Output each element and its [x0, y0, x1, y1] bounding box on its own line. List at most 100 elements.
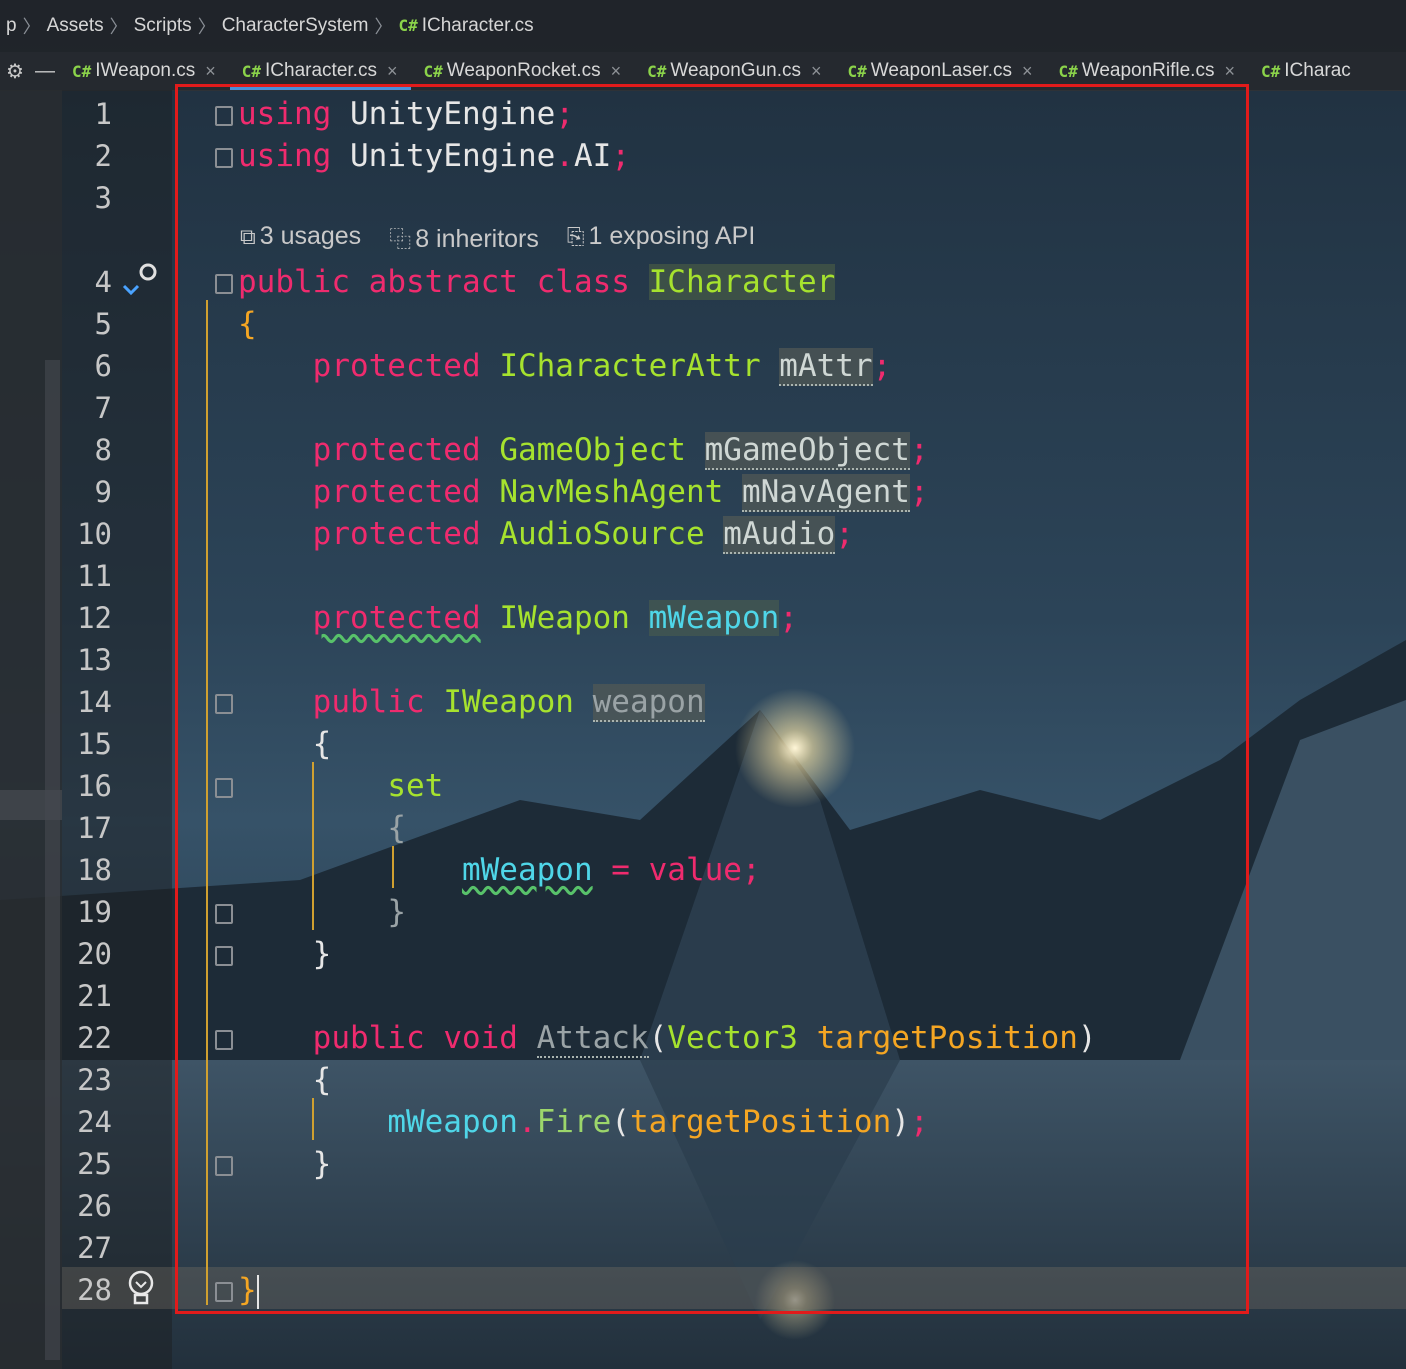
csharp-file-icon: C# [1058, 61, 1078, 81]
fold-marker-icon[interactable] [215, 148, 233, 168]
fold-marker-icon[interactable] [215, 1030, 233, 1050]
exposing-api-hint[interactable]: ⎘ 1 exposing API [567, 222, 755, 254]
breadcrumb-item[interactable]: CharacterSystem [216, 15, 375, 37]
fold-marker-icon[interactable] [215, 1156, 233, 1176]
field-name: mAttr [779, 348, 873, 386]
tab-iweapon[interactable]: C# IWeapon.cs × [60, 52, 230, 90]
paren: ) [891, 1104, 910, 1140]
close-icon[interactable]: × [811, 61, 822, 82]
line-number: 27 [77, 1231, 112, 1265]
code-line-17[interactable]: { [238, 807, 406, 849]
keyword: void [443, 1020, 518, 1056]
code-line-4[interactable]: public abstract class ICharacter [238, 261, 836, 303]
keyword: public [312, 1020, 425, 1056]
keyword: protected [312, 432, 481, 468]
code-line-18[interactable]: mWeapon = value; [238, 849, 761, 891]
indent-guide [206, 300, 208, 1305]
tab-weapongun[interactable]: C# WeaponGun.cs × [635, 52, 835, 90]
sidebar-scrollbar[interactable] [45, 360, 60, 1360]
code-line-6[interactable]: protected ICharacterAttr mAttr; [238, 345, 891, 387]
code-line-28[interactable]: } [238, 1269, 259, 1311]
type-name: IWeapon [499, 600, 630, 636]
close-icon[interactable]: × [1022, 61, 1033, 82]
code-line-9[interactable]: protected NavMeshAgent mNavAgent; [238, 471, 929, 513]
keyword: protected [312, 516, 481, 552]
keyword: public [312, 684, 425, 720]
brace: { [238, 306, 257, 342]
code-line-2[interactable]: using UnityEngine.AI; [238, 135, 630, 177]
line-number: 17 [77, 811, 112, 845]
code-line-15[interactable]: { [238, 723, 332, 765]
line-number: 9 [94, 475, 112, 509]
fold-marker-icon[interactable] [215, 946, 233, 966]
field-name: mAudio [723, 516, 836, 554]
gear-icon[interactable]: ⚙ [0, 59, 30, 84]
implemented-by-icon[interactable] [118, 260, 160, 302]
code-line-10[interactable]: protected AudioSource mAudio; [238, 513, 854, 555]
brace: { [387, 810, 406, 846]
tab-weaponlaser[interactable]: C# WeaponLaser.cs × [836, 52, 1047, 90]
operator: = [611, 852, 630, 888]
type-name: AudioSource [499, 516, 705, 552]
code-line-8[interactable]: protected GameObject mGameObject; [238, 429, 929, 471]
semicolon: ; [909, 1104, 929, 1140]
usages-hint[interactable]: ⧉ 3 usages [240, 222, 361, 254]
brace: { [312, 726, 332, 762]
exposing-label: 1 exposing API [588, 222, 756, 250]
code-line-12[interactable]: protected IWeapon mWeapon; [238, 597, 798, 639]
tab-icharacter[interactable]: C# ICharacter.cs × [229, 52, 412, 90]
code-line-5[interactable]: { [238, 303, 257, 345]
close-icon[interactable]: × [611, 61, 622, 82]
keyword: set [387, 768, 444, 804]
tab-icharacter-2[interactable]: C# ICharac [1249, 52, 1365, 90]
breadcrumb-item-current[interactable]: C# ICharacter.cs [392, 15, 539, 37]
line-number: 3 [94, 181, 112, 215]
breadcrumb-item[interactable]: Scripts [128, 15, 198, 37]
inheritors-hint[interactable]: ⿻ 8 inheritors [389, 222, 539, 254]
line-number: 8 [94, 433, 112, 467]
semicolon: ; [779, 600, 798, 636]
tab-label: WeaponRifle.cs [1081, 60, 1215, 81]
field-name: mWeapon [461, 852, 593, 888]
tab-weaponrifle[interactable]: C# WeaponRifle.cs × [1046, 52, 1249, 90]
fold-marker-icon[interactable] [215, 778, 233, 798]
fold-marker-icon[interactable] [215, 274, 233, 294]
code-line-16[interactable]: set [238, 765, 443, 807]
breadcrumb-item[interactable]: Assets [41, 15, 110, 37]
code-line-24[interactable]: mWeapon.Fire(targetPosition); [238, 1101, 929, 1143]
close-icon[interactable]: × [387, 61, 398, 82]
code-line-25[interactable]: } [238, 1143, 332, 1185]
close-icon[interactable]: × [205, 61, 216, 82]
line-number: 21 [77, 979, 112, 1013]
tab-weaponrocket[interactable]: C# WeaponRocket.cs × [411, 52, 635, 90]
brace: { [312, 1062, 332, 1098]
fold-marker-icon[interactable] [215, 694, 233, 714]
minimize-icon[interactable]: — [30, 60, 60, 83]
fold-marker-icon[interactable] [215, 1282, 233, 1302]
type-name: IWeapon [443, 684, 574, 720]
line-number: 16 [77, 769, 112, 803]
api-icon: ⎘ [566, 224, 585, 249]
semicolon: ; [611, 138, 630, 174]
code-line-23[interactable]: { [238, 1059, 332, 1101]
code-line-14[interactable]: public IWeapon weapon [238, 681, 705, 723]
lightbulb-icon[interactable] [124, 1268, 158, 1308]
chevron-right-icon: 〉 [374, 17, 393, 37]
close-icon[interactable]: × [1224, 61, 1235, 82]
semicolon: ; [835, 516, 854, 552]
code-line-20[interactable]: } [238, 933, 332, 975]
code-line-1[interactable]: using UnityEngine; [238, 93, 574, 135]
keyword: using [238, 96, 332, 132]
fold-marker-icon[interactable] [215, 106, 233, 126]
code-line-22[interactable]: public void Attack(Vector3 targetPositio… [238, 1017, 1097, 1059]
tab-label: ICharac [1284, 60, 1351, 81]
fold-marker-icon[interactable] [215, 904, 233, 924]
keyword: class [536, 264, 630, 300]
semicolon: ; [909, 474, 929, 510]
breadcrumb-item[interactable]: p [0, 15, 23, 37]
usages-label: 3 usages [259, 222, 362, 250]
line-number: 19 [77, 895, 112, 929]
namespace: UnityEngine [350, 138, 556, 174]
semicolon: ; [555, 96, 574, 132]
code-line-19[interactable]: } [238, 891, 406, 933]
